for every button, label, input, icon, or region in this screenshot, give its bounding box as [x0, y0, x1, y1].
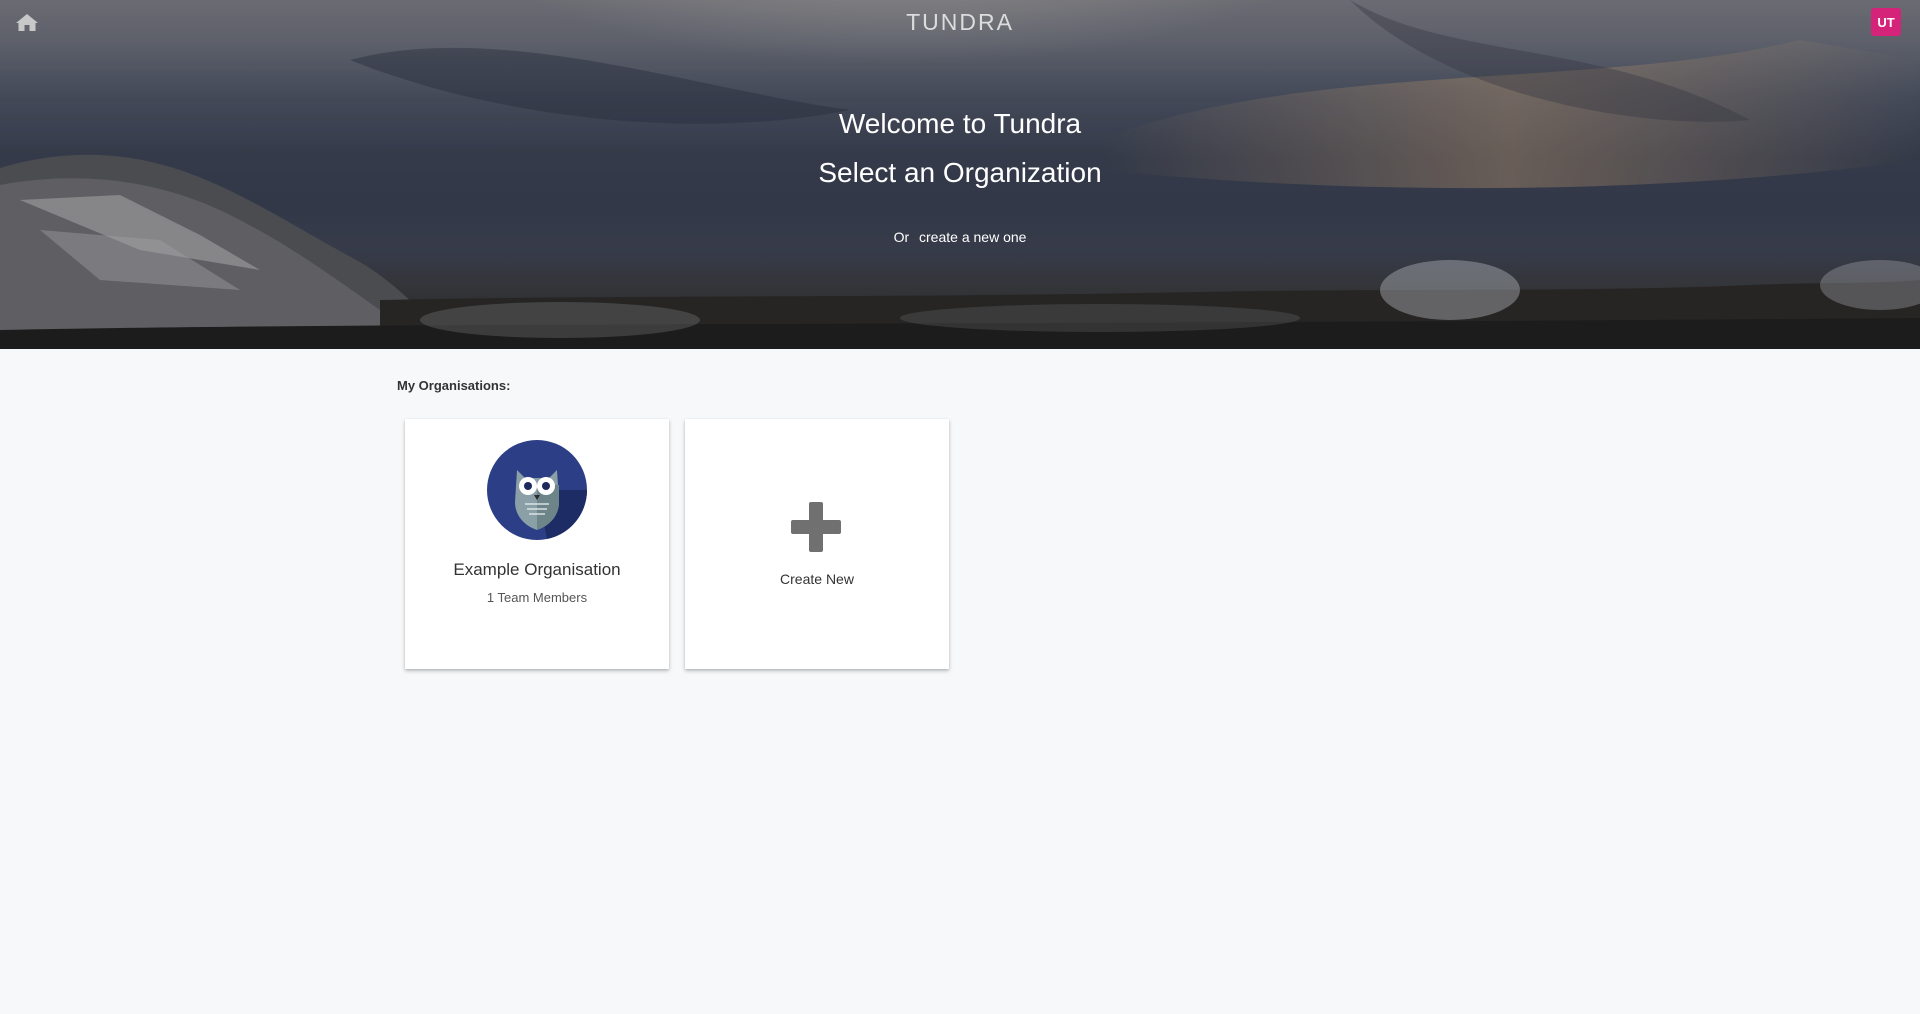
organisation-name: Example Organisation	[453, 560, 621, 579]
or-prefix: Or	[893, 229, 910, 245]
create-prompt: Or create a new one	[0, 229, 1920, 245]
owl-logo-icon	[487, 440, 587, 540]
organisation-member-count: 1 Team Members	[486, 590, 588, 605]
plus-icon	[791, 502, 841, 552]
organisation-card[interactable]: Example Organisation 1 Team Members	[405, 419, 669, 669]
create-new-organization-link[interactable]: create a new one	[919, 229, 1026, 245]
create-new-organisation-card[interactable]: Create New	[685, 419, 949, 669]
welcome-heading: Welcome to Tundra	[838, 108, 1082, 139]
select-organization-heading: Select an Organization	[818, 157, 1102, 188]
my-organisations-label: My Organisations:	[397, 378, 511, 393]
top-navigation-bar: TUNDRA UT	[0, 0, 1920, 44]
create-new-label: Create New	[780, 571, 854, 587]
app-brand-title: TUNDRA	[906, 9, 1014, 35]
user-avatar[interactable]: UT	[1871, 8, 1901, 36]
hero-banner: TUNDRA UT Welcome to Tundra Select an Or…	[0, 0, 1920, 349]
